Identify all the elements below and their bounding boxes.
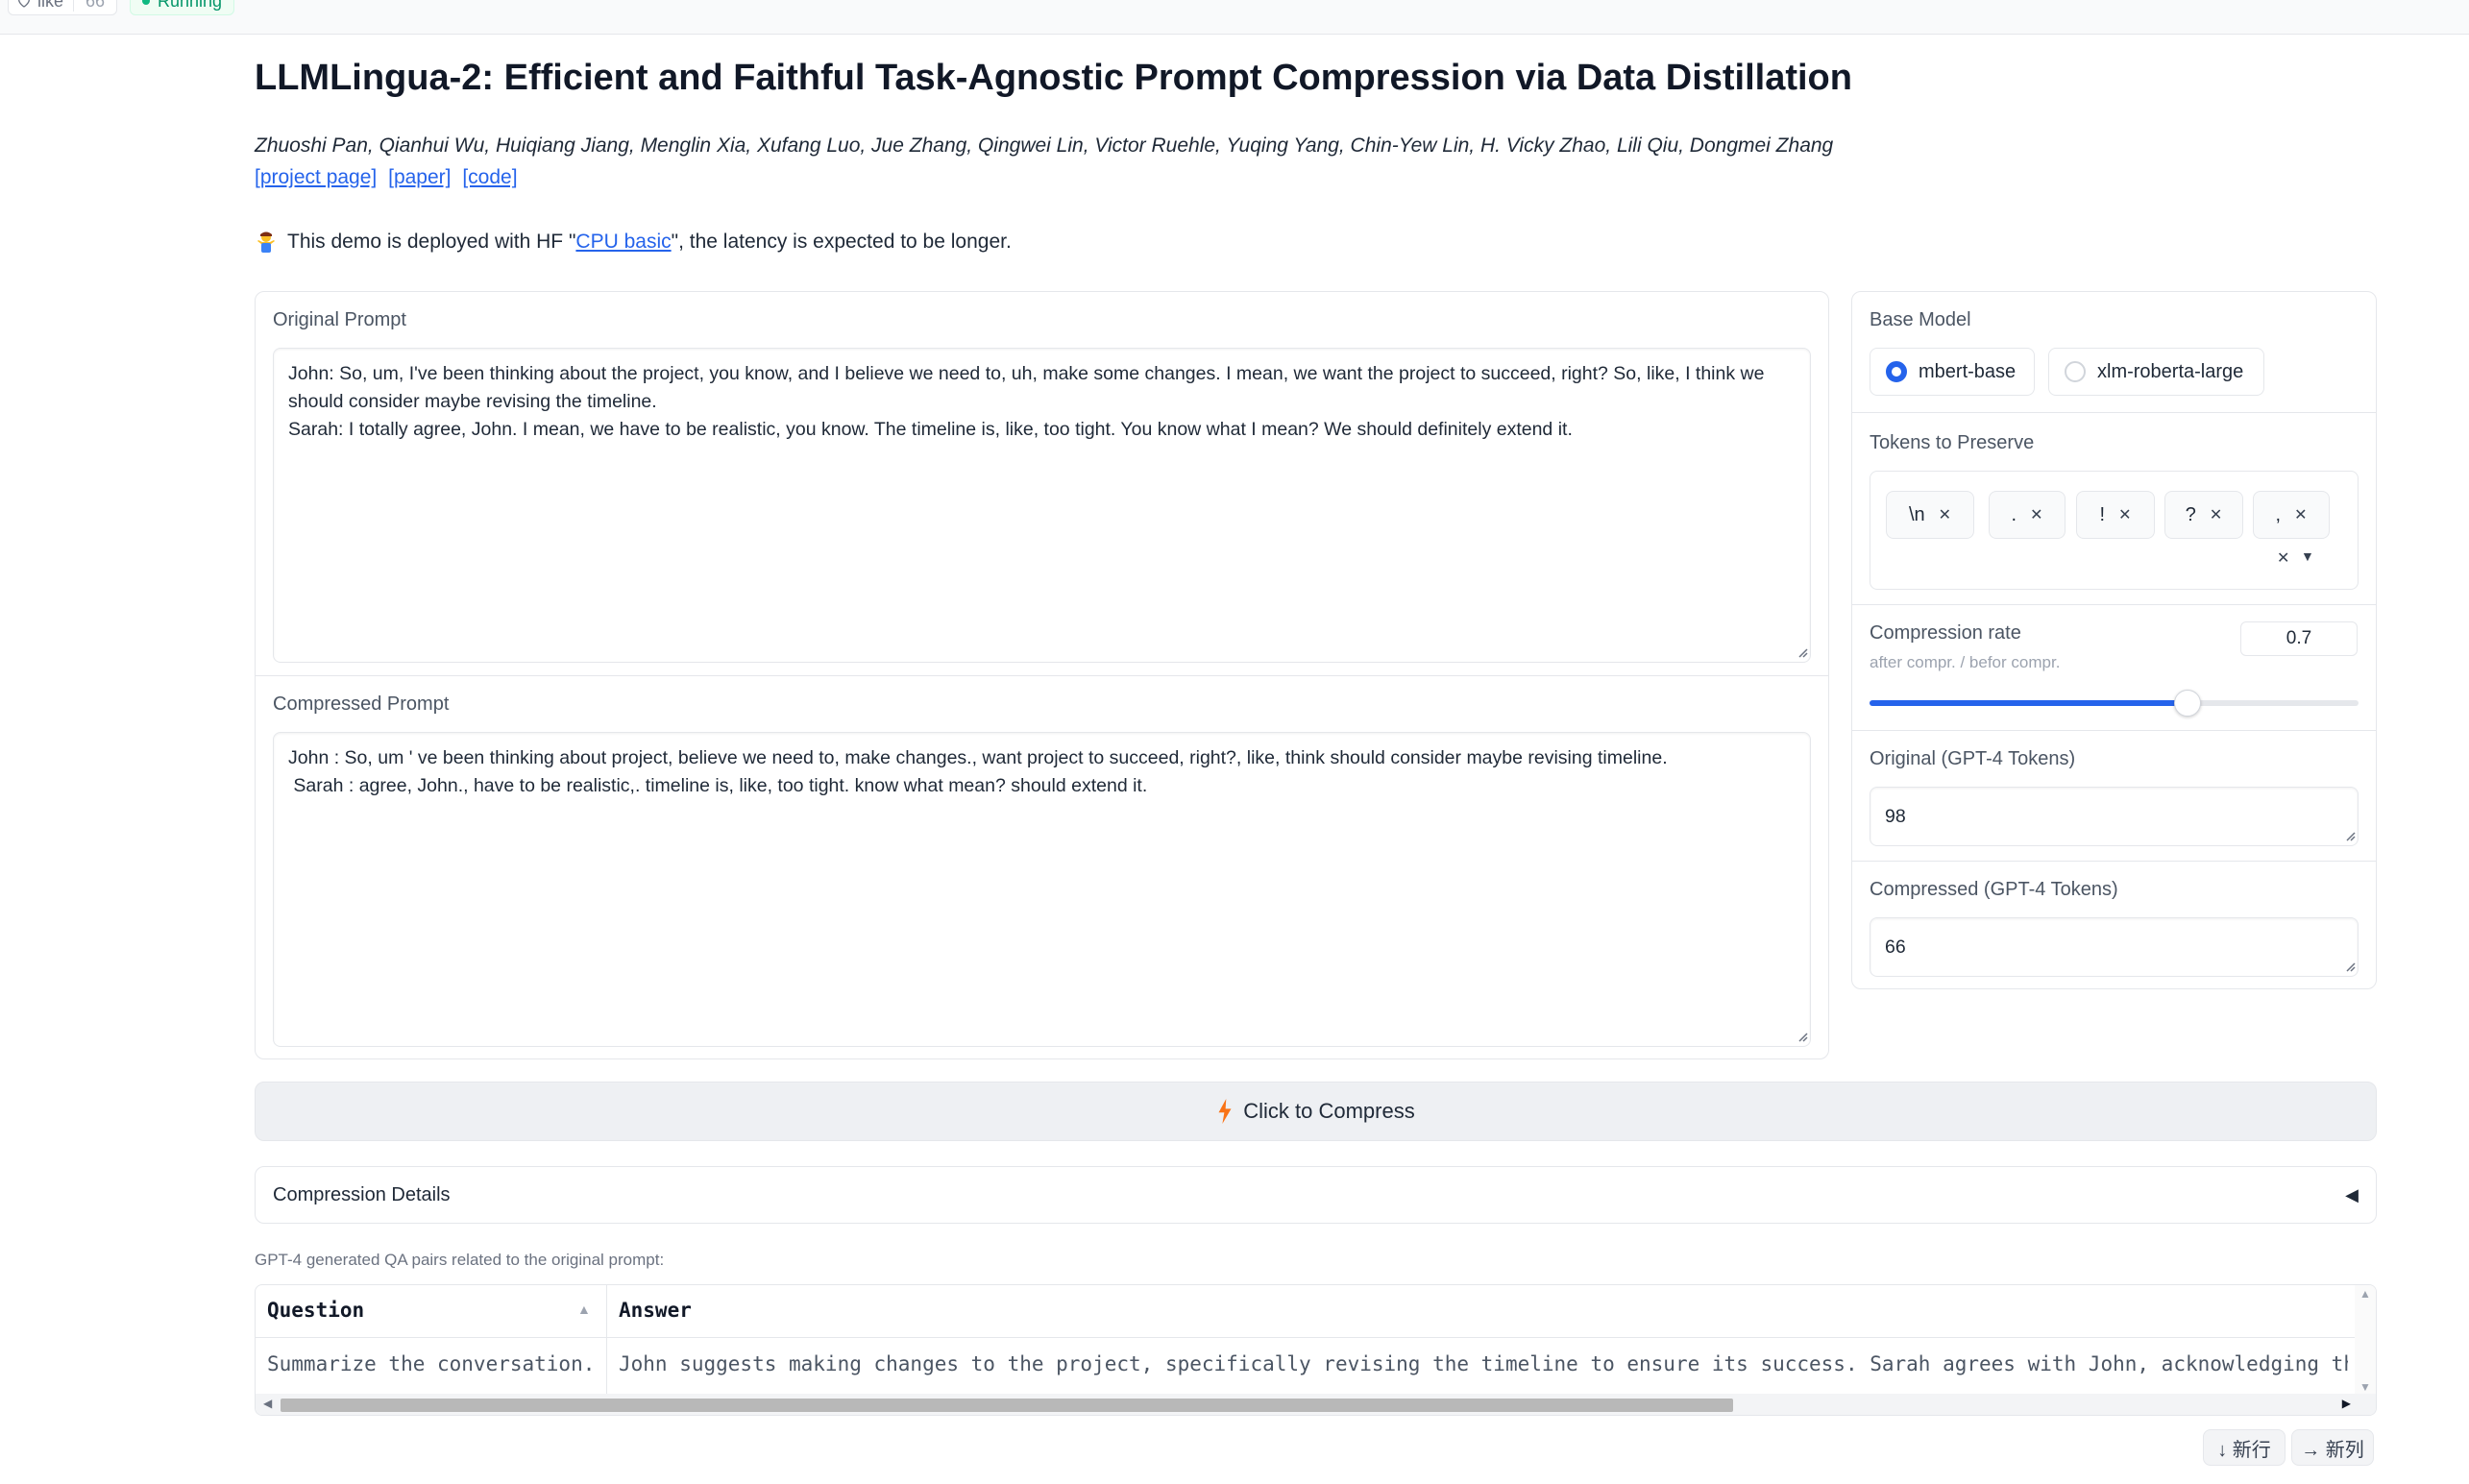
horizontal-scroll-thumb[interactable] xyxy=(281,1399,1733,1412)
status-dot-icon xyxy=(142,0,150,5)
token-chip[interactable]: \n ✕ xyxy=(1886,491,1974,539)
compressed-prompt-textarea[interactable]: John : So, um ' ve been thinking about p… xyxy=(273,732,1811,1047)
slider-thumb[interactable] xyxy=(2173,690,2201,717)
resize-handle-icon[interactable] xyxy=(1797,646,1808,658)
radio-selected-icon xyxy=(1886,361,1907,382)
clear-all-icon[interactable]: ✕ xyxy=(2277,548,2289,568)
base-model-section: Base Model mbert-base xlm-roberta-large xyxy=(1852,292,2376,413)
horizontal-scrollbar[interactable]: ◀ ▶ xyxy=(256,1394,2376,1415)
slider-fill xyxy=(1870,700,2188,706)
page-title: LLMLingua-2: Efficient and Faithful Task… xyxy=(255,58,1852,98)
qa-caption: GPT-4 generated QA pairs related to the … xyxy=(255,1251,665,1269)
original-tokens-field[interactable]: 98 xyxy=(1870,787,2359,846)
scroll-right-icon[interactable]: ▶ xyxy=(2342,1397,2351,1410)
token-value: \n xyxy=(1908,503,1925,525)
cpu-basic-link[interactable]: CPU basic xyxy=(575,231,671,253)
token-chip[interactable]: ? ✕ xyxy=(2164,491,2243,539)
reference-links: [project page] [paper] [code] xyxy=(255,166,524,189)
compression-details-accordion[interactable]: Compression Details ◀ xyxy=(255,1166,2377,1224)
deployment-notice: This demo is deployed with HF "CPU basic… xyxy=(255,231,1012,254)
compression-rate-input[interactable]: 0.7 xyxy=(2240,621,2358,656)
radio-unselected-icon xyxy=(2065,361,2086,382)
notice-suffix: ", the latency is expected to be longer. xyxy=(671,231,1012,253)
vertical-scrollbar[interactable]: ▲ ▼ xyxy=(2355,1285,2376,1396)
collapse-arrow-icon: ◀ xyxy=(2345,1184,2359,1204)
compressed-tokens-label: Compressed (GPT-4 Tokens) xyxy=(1870,879,2118,900)
token-value: ! xyxy=(2099,503,2106,525)
token-chip[interactable]: ! ✕ xyxy=(2076,491,2155,539)
remove-token-icon[interactable]: ✕ xyxy=(2030,505,2042,524)
radio-mbert-base[interactable]: mbert-base xyxy=(1870,348,2035,396)
tokens-to-preserve-label: Tokens to Preserve xyxy=(1870,432,2035,453)
project-page-link[interactable]: [project page] xyxy=(255,166,377,188)
column-header-answer[interactable]: Answer xyxy=(619,1299,692,1322)
radio-xlm-roberta-large[interactable]: xlm-roberta-large xyxy=(2048,348,2264,396)
original-prompt-label: Original Prompt xyxy=(273,309,406,330)
compression-rate-info: after compr. / befor compr. xyxy=(1870,653,2061,671)
chevron-down-icon[interactable]: ▼ xyxy=(2301,548,2314,564)
compression-rate-slider[interactable] xyxy=(1870,690,2359,717)
token-chip[interactable]: . ✕ xyxy=(1989,491,2066,539)
original-tokens-label: Original (GPT-4 Tokens) xyxy=(1870,748,2076,769)
resize-handle-icon[interactable] xyxy=(2344,961,2356,972)
column-header-question[interactable]: Question xyxy=(267,1299,364,1322)
paper-link[interactable]: [paper] xyxy=(388,166,451,188)
notice-prefix: This demo is deployed with HF " xyxy=(287,231,576,253)
scroll-up-icon[interactable]: ▲ xyxy=(2359,1287,2371,1301)
original-prompt-textarea[interactable]: John: So, um, I've been thinking about t… xyxy=(273,348,1811,663)
scroll-down-icon[interactable]: ▼ xyxy=(2359,1380,2371,1394)
add-column-button[interactable]: → 新列 xyxy=(2291,1429,2374,1466)
token-value: ? xyxy=(2185,503,2196,525)
settings-panel: Base Model mbert-base xlm-roberta-large … xyxy=(1851,291,2377,989)
accordion-label: Compression Details xyxy=(273,1183,451,1205)
token-chip[interactable]: , ✕ xyxy=(2253,491,2330,539)
original-tokens-section: Original (GPT-4 Tokens) 98 xyxy=(1852,731,2376,862)
like-label: like xyxy=(37,0,64,11)
remove-token-icon[interactable]: ✕ xyxy=(2210,505,2222,524)
table-cell-question[interactable]: Summarize the conversation. xyxy=(267,1352,599,1375)
resize-handle-icon[interactable] xyxy=(2344,830,2356,841)
table-header-row xyxy=(256,1285,2376,1338)
radio-label: xlm-roberta-large xyxy=(2097,360,2244,382)
scroll-left-icon[interactable]: ◀ xyxy=(263,1397,272,1410)
column-divider xyxy=(606,1285,607,1396)
token-value: , xyxy=(2275,503,2282,525)
token-value: . xyxy=(2011,503,2017,525)
remove-token-icon[interactable]: ✕ xyxy=(2294,505,2307,524)
compress-button-label: Click to Compress xyxy=(1243,1099,1415,1123)
running-status-badge: Running xyxy=(130,0,235,15)
compressed-tokens-section: Compressed (GPT-4 Tokens) 66 xyxy=(1852,862,2376,988)
base-model-label: Base Model xyxy=(1870,309,1971,330)
compression-rate-label: Compression rate xyxy=(1870,622,2021,644)
sort-ascending-icon[interactable]: ▲ xyxy=(577,1302,591,1317)
qa-table: Question ▲ Answer Summarize the conversa… xyxy=(255,1284,2377,1416)
compressed-prompt-label: Compressed Prompt xyxy=(273,693,450,715)
radio-label: mbert-base xyxy=(1919,360,2017,382)
remove-token-icon[interactable]: ✕ xyxy=(1939,505,1951,524)
compress-button[interactable]: Click to Compress xyxy=(255,1082,2377,1141)
author-list: Zhuoshi Pan, Qianhui Wu, Huiqiang Jiang,… xyxy=(255,134,1834,157)
person-shrug-icon xyxy=(257,231,275,253)
tokens-to-preserve-section: Tokens to Preserve \n ✕ . ✕ ! ✕ ? ✕ , ✕ ✕ ▼ xyxy=(1852,413,2376,605)
lightning-icon xyxy=(1218,1099,1232,1124)
add-row-button[interactable]: ↓ 新行 xyxy=(2203,1429,2286,1466)
section-divider xyxy=(256,675,1828,676)
like-button[interactable]: like 66 xyxy=(8,0,118,15)
prompt-panel: Original Prompt John: So, um, I've been … xyxy=(255,291,1829,1059)
resize-handle-icon[interactable] xyxy=(1797,1031,1808,1042)
compressed-tokens-field[interactable]: 66 xyxy=(1870,917,2359,977)
status-text: Running xyxy=(158,0,223,11)
compression-rate-section: Compression rate after compr. / befor co… xyxy=(1852,605,2376,731)
heart-icon xyxy=(18,0,30,8)
table-cell-answer[interactable]: John suggests making changes to the proj… xyxy=(619,1352,2348,1375)
remove-token-icon[interactable]: ✕ xyxy=(2118,505,2131,524)
token-multiselect[interactable]: \n ✕ . ✕ ! ✕ ? ✕ , ✕ ✕ ▼ xyxy=(1870,471,2359,590)
like-count: 66 xyxy=(73,0,116,12)
space-header-bar: like 66 Running xyxy=(0,0,2469,35)
code-link[interactable]: [code] xyxy=(462,166,517,188)
